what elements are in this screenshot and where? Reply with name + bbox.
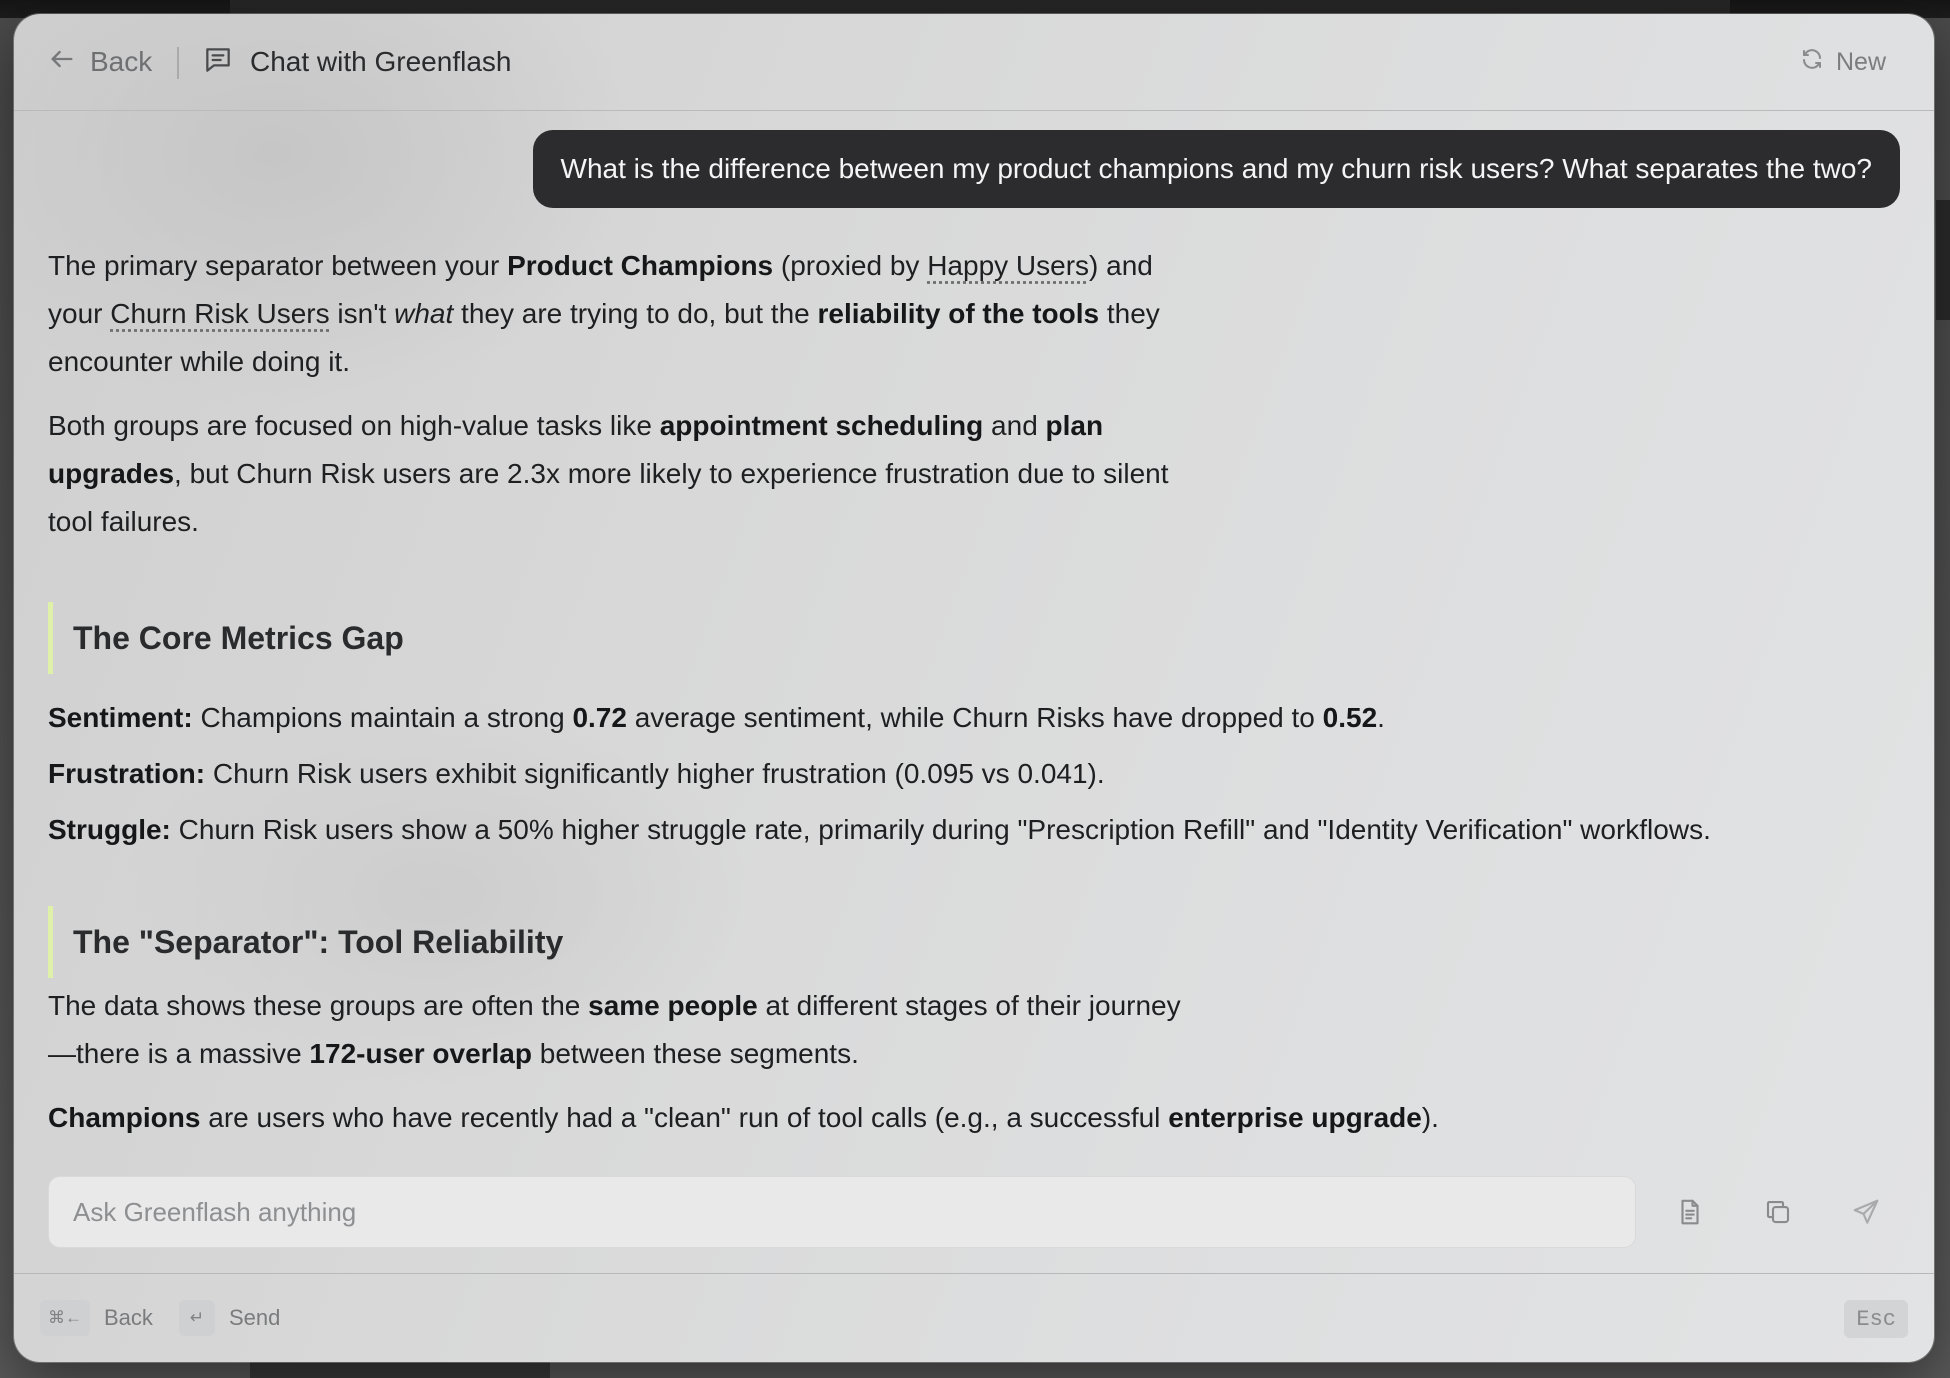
assistant-paragraph-3: The data shows these groups are often th… bbox=[48, 982, 1188, 1078]
document-icon[interactable] bbox=[1672, 1194, 1708, 1230]
new-chat-label: New bbox=[1835, 47, 1886, 76]
text-span: The data shows these groups are often th… bbox=[48, 990, 589, 1021]
text-span: ). bbox=[1421, 1102, 1439, 1133]
text-span: average sentiment, while Churn Risks hav… bbox=[626, 702, 1323, 733]
text-span: Champions maintain a strong bbox=[192, 702, 573, 733]
back-button[interactable]: Back bbox=[48, 44, 152, 80]
assistant-paragraph-1: The primary separator between your Produ… bbox=[48, 242, 1188, 386]
happy-users-link[interactable]: Happy Users bbox=[927, 250, 1089, 281]
churn-risk-users-link[interactable]: Churn Risk Users bbox=[110, 298, 329, 329]
metric-label: Sentiment: bbox=[48, 702, 193, 733]
text-span: and bbox=[983, 410, 1046, 441]
text-span: Churn Risk users show a 50% higher strug… bbox=[170, 814, 1711, 845]
text-span: isn't bbox=[329, 298, 395, 329]
arrow-left-icon bbox=[48, 45, 76, 80]
chat-panel: Back Chat with Greenflash New What is th… bbox=[14, 14, 1934, 1362]
bold-text: appointment scheduling bbox=[659, 410, 984, 441]
bold-text: 0.52 bbox=[1322, 702, 1378, 733]
back-shortcut-label: Back bbox=[104, 1305, 153, 1330]
text-span: they are trying to do, but the bbox=[453, 298, 818, 329]
copy-icon[interactable] bbox=[1760, 1194, 1796, 1230]
page-title: Chat with Greenflash bbox=[250, 46, 512, 77]
assistant-paragraph-4: Champions are users who have recently ha… bbox=[48, 1094, 1908, 1142]
header-divider bbox=[177, 47, 179, 79]
chat-input-box[interactable] bbox=[48, 1176, 1636, 1248]
new-chat-button[interactable]: New bbox=[1800, 44, 1886, 80]
text-span: . bbox=[1377, 702, 1385, 733]
bold-text: enterprise upgrade bbox=[1168, 1102, 1422, 1133]
conversation-area[interactable]: What is the difference between my produc… bbox=[14, 112, 1934, 1164]
italic-text: what bbox=[394, 298, 454, 329]
message-square-icon bbox=[202, 44, 234, 81]
shortcut-footer: ⌘← Back ↵ Send Esc bbox=[14, 1273, 1934, 1362]
assistant-paragraph-2: Both groups are focused on high-value ta… bbox=[48, 402, 1188, 546]
text-span: Both groups are focused on high-value ta… bbox=[48, 410, 660, 441]
refresh-icon bbox=[1800, 47, 1824, 78]
bold-text: Champions bbox=[48, 1102, 201, 1133]
send-shortcut-hint[interactable]: ↵ Send bbox=[179, 1300, 280, 1336]
back-label: Back bbox=[90, 46, 153, 77]
section-heading-core-metrics: The Core Metrics Gap bbox=[48, 602, 1908, 674]
text-span: (proxied by bbox=[773, 250, 928, 281]
chat-title-group: Chat with Greenflash bbox=[202, 44, 511, 80]
escape-key-button[interactable]: Esc bbox=[1844, 1300, 1908, 1338]
metric-label: Frustration: bbox=[48, 758, 206, 789]
send-icon[interactable] bbox=[1848, 1194, 1884, 1230]
backdrop-strip bbox=[1936, 200, 1950, 320]
assistant-message: The primary separator between your Produ… bbox=[48, 242, 1908, 1142]
metric-sentiment: Sentiment: Champions maintain a strong 0… bbox=[48, 690, 1908, 746]
metric-struggle: Struggle: Churn Risk users show a 50% hi… bbox=[48, 802, 1908, 858]
section-heading-separator: The "Separator": Tool Reliability bbox=[48, 906, 1908, 978]
text-span: , but Churn Risk users are 2.3x more lik… bbox=[48, 458, 1169, 537]
metric-frustration: Frustration: Churn Risk users exhibit si… bbox=[48, 746, 1908, 802]
metric-label: Struggle: bbox=[48, 814, 171, 845]
send-shortcut-label: Send bbox=[229, 1305, 281, 1330]
bold-text: Product Champions bbox=[507, 250, 774, 281]
text-span: Churn Risk users exhibit significantly h… bbox=[205, 758, 1105, 789]
text-span: are users who have recently had a "clean… bbox=[200, 1102, 1169, 1133]
chat-input[interactable] bbox=[73, 1177, 1611, 1247]
metrics-list: Sentiment: Champions maintain a strong 0… bbox=[48, 690, 1908, 858]
text-span: between these segments. bbox=[532, 1038, 859, 1069]
text-span: The primary separator between your bbox=[48, 250, 508, 281]
bold-text: 172-user overlap bbox=[309, 1038, 532, 1069]
user-message-bubble: What is the difference between my produc… bbox=[532, 130, 1900, 208]
bold-text: reliability of the tools bbox=[817, 298, 1100, 329]
back-shortcut-hint[interactable]: ⌘← Back bbox=[40, 1300, 153, 1336]
bold-text: 0.72 bbox=[572, 702, 627, 733]
bold-text: same people bbox=[588, 990, 758, 1021]
chat-header: Back Chat with Greenflash New bbox=[14, 14, 1934, 111]
backdrop-bottom-strip bbox=[250, 1362, 550, 1378]
back-shortcut-key: ⌘← bbox=[40, 1300, 90, 1336]
send-shortcut-key: ↵ bbox=[179, 1300, 215, 1336]
